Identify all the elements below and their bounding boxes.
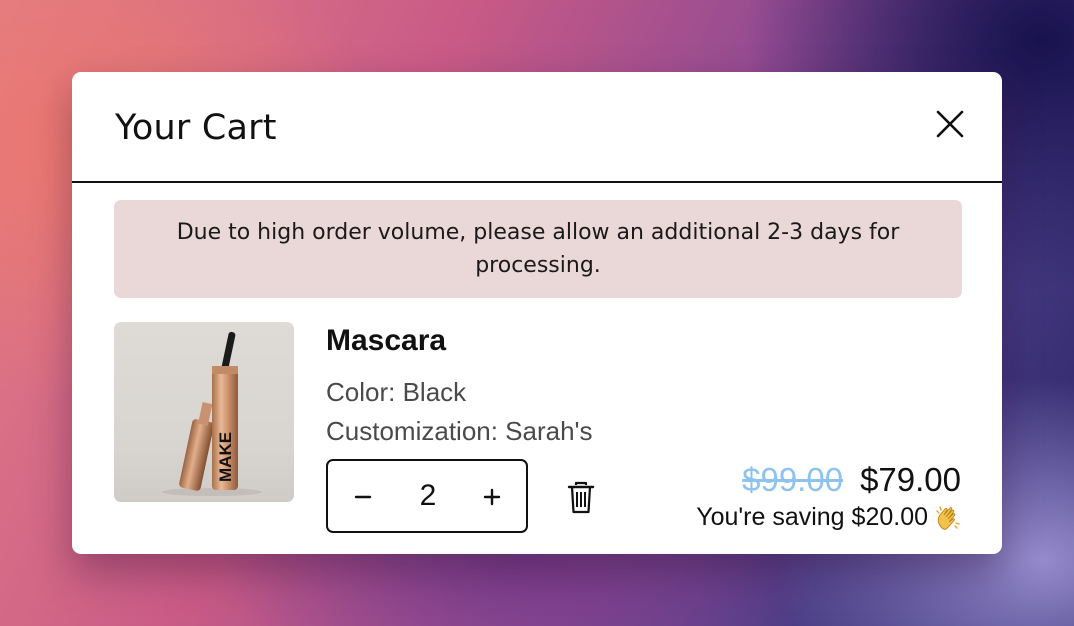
decrease-quantity-button[interactable] <box>345 479 381 515</box>
close-icon <box>936 110 964 138</box>
quantity-stepper: 2 <box>326 459 528 533</box>
remove-item-button[interactable] <box>566 481 596 515</box>
savings-row: You're saving $20.00 <box>696 503 962 532</box>
current-price: $79.00 <box>860 461 961 498</box>
increase-quantity-button[interactable] <box>474 479 510 515</box>
product-customization: Customization: Sarah's <box>326 416 593 446</box>
clapping-hands-icon <box>936 505 960 530</box>
cart-title: Your Cart <box>115 108 277 148</box>
quantity-value[interactable]: 2 <box>398 461 458 531</box>
shipping-notice-text: Due to high order volume, please allow a… <box>176 220 900 278</box>
cart-header: Your Cart <box>72 72 1002 183</box>
original-price: $99.00 <box>742 461 844 498</box>
shipping-notice: Due to high order volume, please allow a… <box>114 200 962 298</box>
minus-icon <box>354 495 372 499</box>
trash-icon <box>567 481 595 514</box>
plus-icon <box>483 488 501 506</box>
mascara-image: MAKE <box>162 331 262 496</box>
savings-text: You're saving $20.00 <box>696 503 928 531</box>
cart-modal: Your Cart Due to high order volume, plea… <box>72 72 1002 554</box>
product-image: MAKE <box>114 322 294 502</box>
close-button[interactable] <box>932 106 968 142</box>
product-color: Color: Black <box>326 377 467 407</box>
product-name: Mascara <box>326 324 447 357</box>
price-row: $99.00 $79.00 <box>742 461 961 499</box>
product-image-brand: MAKE <box>216 432 235 482</box>
